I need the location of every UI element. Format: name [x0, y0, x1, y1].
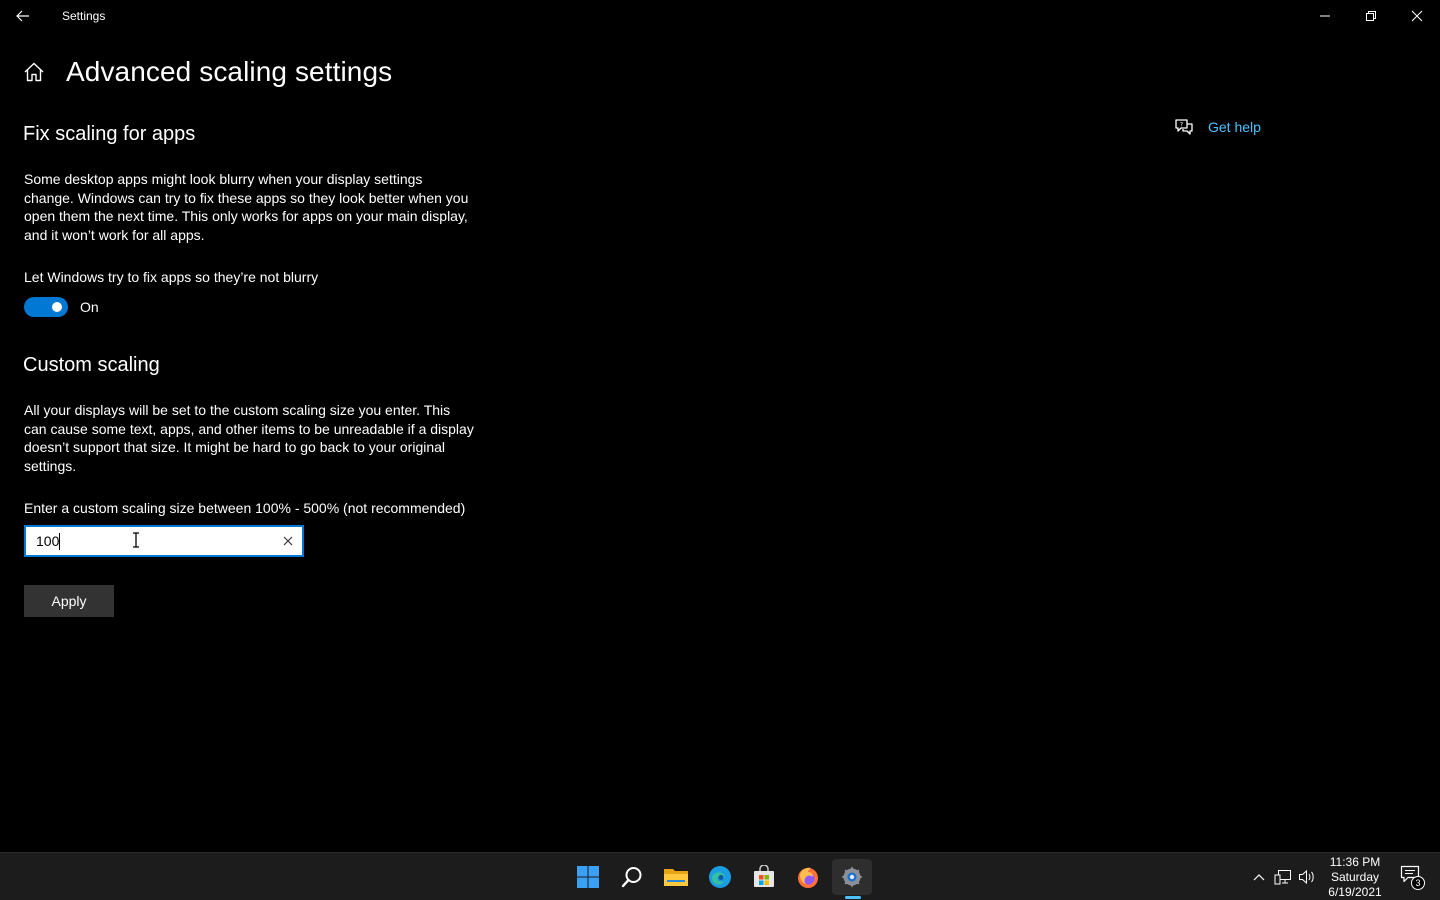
store-icon [754, 865, 774, 887]
file-explorer-button[interactable] [656, 859, 696, 895]
show-hidden-icons-button[interactable] [1249, 867, 1269, 887]
firefox-button[interactable] [788, 859, 828, 895]
chat-help-icon: ? [1175, 119, 1193, 135]
search-icon [621, 867, 642, 888]
fix-scaling-description: Some desktop apps might look blurry when… [24, 171, 469, 243]
fix-apps-toggle[interactable] [24, 297, 68, 317]
volume-button[interactable] [1297, 867, 1317, 887]
ibeam-cursor-icon [133, 532, 139, 548]
search-button[interactable] [612, 859, 652, 895]
minimize-button[interactable] [1302, 0, 1348, 32]
svg-text:?: ? [1180, 122, 1183, 129]
toggle-state-label: On [80, 299, 99, 315]
clock-date: 6/19/2021 [1328, 885, 1382, 899]
fix-apps-toggle-label: Let Windows try to fix apps so they’re n… [24, 269, 319, 285]
file-explorer-icon [664, 869, 688, 886]
custom-scaling-input-label: Enter a custom scaling size between 100%… [24, 500, 466, 516]
network-button[interactable] [1273, 867, 1293, 887]
restore-icon [1366, 11, 1376, 21]
restore-button[interactable] [1348, 0, 1394, 32]
page-title: Advanced scaling settings [66, 56, 393, 87]
minimize-icon [1320, 15, 1330, 17]
close-button[interactable] [1394, 0, 1440, 32]
settings-icon [841, 866, 863, 888]
edge-button[interactable] [700, 859, 740, 895]
custom-scaling-input[interactable] [26, 527, 270, 555]
home-button[interactable] [20, 58, 48, 86]
firefox-icon [798, 867, 818, 888]
close-icon [1411, 10, 1423, 22]
start-icon [577, 866, 599, 888]
get-help-label[interactable]: Get help [1208, 119, 1261, 135]
clock-day: Saturday [1330, 870, 1380, 884]
custom-scaling-description: All your displays will be set to the cus… [24, 402, 474, 474]
clear-input-button[interactable] [278, 531, 298, 551]
get-help-link[interactable]: ? Get help [1174, 116, 1261, 138]
taskbar: 11:36 PM Saturday 6/19/2021 3 [0, 852, 1440, 900]
custom-scaling-field[interactable] [24, 525, 304, 557]
apply-button[interactable]: Apply [24, 585, 114, 617]
toggle-knob [52, 302, 62, 312]
window-title: Settings [62, 9, 106, 23]
clock-time: 11:36 PM [1329, 855, 1381, 869]
notification-center-button[interactable]: 3 [1400, 865, 1426, 890]
text-caret [59, 533, 60, 550]
network-icon [1274, 870, 1291, 885]
title-bar: Settings [0, 0, 1440, 32]
settings-button[interactable] [832, 859, 872, 895]
notification-count-badge: 3 [1411, 876, 1425, 890]
active-app-indicator [845, 896, 861, 899]
back-arrow-icon [16, 10, 29, 22]
chevron-up-icon [1253, 874, 1265, 881]
custom-scaling-heading: Custom scaling [23, 354, 160, 376]
store-button[interactable] [744, 859, 784, 895]
speaker-icon [1299, 869, 1314, 885]
home-icon [24, 62, 44, 82]
back-button[interactable] [0, 0, 46, 32]
start-button[interactable] [568, 859, 608, 895]
fix-scaling-heading: Fix scaling for apps [23, 123, 196, 145]
clear-icon [283, 536, 293, 546]
taskbar-clock[interactable]: 11:36 PM Saturday 6/19/2021 [1322, 855, 1388, 900]
edge-icon [709, 866, 731, 888]
